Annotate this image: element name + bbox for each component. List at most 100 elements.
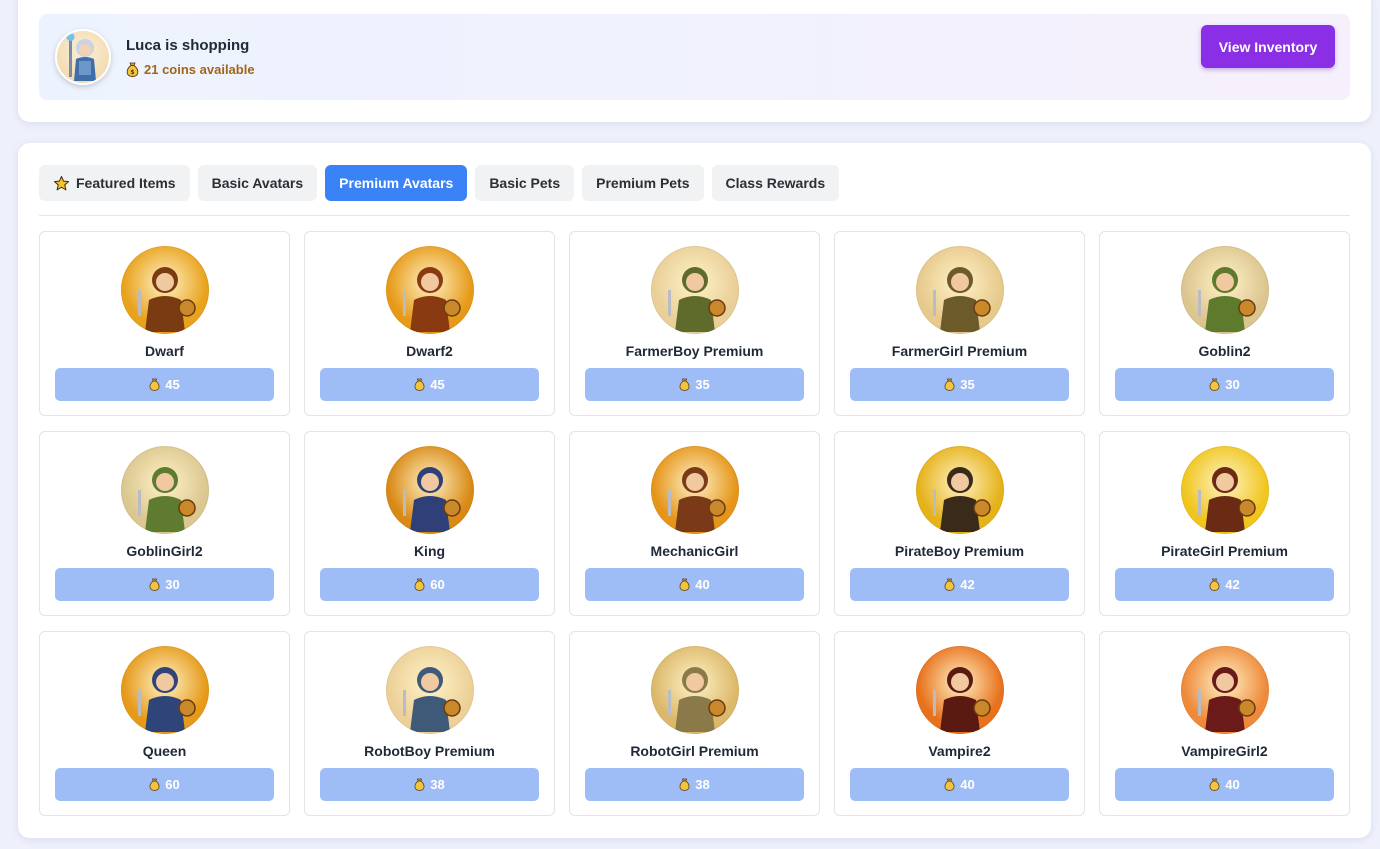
item-name: RobotBoy Premium [364, 743, 495, 759]
item-avatar-image [916, 446, 1004, 534]
coin-bag-icon [149, 578, 160, 591]
coin-bag-icon [1209, 778, 1220, 791]
coin-bag-icon [679, 778, 690, 791]
buy-price-button[interactable]: 60 [320, 568, 539, 601]
tab-premium-pets[interactable]: Premium Pets [582, 165, 704, 201]
item-avatar-image [916, 246, 1004, 334]
item-avatar-image [1181, 246, 1269, 334]
item-grid: Dwarf 45 Dwarf2 45 FarmerBoy Premium 35 Farmer… [39, 231, 1350, 816]
shop-item[interactable]: VampireGirl2 40 [1099, 631, 1350, 816]
coin-bag-icon [944, 378, 955, 391]
tab-label: Class Rewards [725, 175, 826, 191]
shop-item[interactable]: King 60 [304, 431, 555, 616]
item-name: Dwarf [145, 343, 184, 359]
item-price: 45 [430, 377, 445, 392]
coin-bag-icon [944, 778, 955, 791]
shop-item[interactable]: Dwarf 45 [39, 231, 290, 416]
item-name: Dwarf2 [406, 343, 453, 359]
item-avatar-image [121, 446, 209, 534]
tab-label: Basic Avatars [211, 175, 304, 191]
buy-price-button[interactable]: 38 [320, 768, 539, 801]
buy-price-button[interactable]: 30 [55, 568, 274, 601]
shop-item[interactable]: GoblinGirl2 30 [39, 431, 290, 616]
item-price: 40 [695, 577, 710, 592]
coin-balance: $ 21 coins available [126, 62, 255, 77]
item-name: Goblin2 [1198, 343, 1251, 359]
item-avatar-image [121, 646, 209, 734]
coin-bag-icon [1209, 378, 1220, 391]
shop-item[interactable]: RobotBoy Premium 38 [304, 631, 555, 816]
buy-price-button[interactable]: 42 [850, 568, 1069, 601]
coin-bag-icon [944, 578, 955, 591]
buy-price-button[interactable]: 60 [55, 768, 274, 801]
item-avatar-image [916, 646, 1004, 734]
shopper-name: Luca is shopping [126, 37, 250, 54]
shopper-card: Luca is shopping $ 21 coins available Vi… [18, 0, 1371, 122]
tab-featured-items[interactable]: Featured Items [39, 165, 190, 201]
shop-item[interactable]: Goblin2 30 [1099, 231, 1350, 416]
coin-bag-icon [414, 578, 425, 591]
buy-price-button[interactable]: 45 [55, 368, 274, 401]
tab-label: Premium Avatars [339, 175, 454, 191]
item-name: King [413, 543, 446, 559]
svg-text:$: $ [130, 69, 134, 76]
tab-premium-avatars[interactable]: Premium Avatars [325, 165, 468, 201]
buy-price-button[interactable]: 45 [320, 368, 539, 401]
shop-item[interactable]: Queen 60 [39, 631, 290, 816]
shop-card: Featured Items Basic Avatars Premium Avata… [18, 143, 1371, 838]
tab-label: Basic Pets [489, 175, 561, 191]
shop-item[interactable]: PirateGirl Premium 42 [1099, 431, 1350, 616]
item-name: FarmerGirl Premium [891, 343, 1028, 359]
tab-basic-avatars[interactable]: Basic Avatars [197, 165, 318, 201]
shop-item[interactable]: FarmerBoy Premium 35 [569, 231, 820, 416]
shop-item[interactable]: PirateBoy Premium 42 [834, 431, 1085, 616]
item-price: 60 [430, 577, 445, 592]
item-avatar-image [386, 446, 474, 534]
item-price: 30 [165, 577, 180, 592]
shop-item[interactable]: RobotGirl Premium 38 [569, 631, 820, 816]
tabs-divider [39, 215, 1350, 216]
item-name: FarmerBoy Premium [625, 343, 764, 359]
shop-item[interactable]: Vampire2 40 [834, 631, 1085, 816]
tab-class-rewards[interactable]: Class Rewards [711, 165, 840, 201]
buy-price-button[interactable]: 40 [1115, 768, 1334, 801]
item-avatar-image [1181, 646, 1269, 734]
buy-price-button[interactable]: 40 [850, 768, 1069, 801]
view-inventory-button[interactable]: View Inventory [1201, 25, 1335, 68]
item-price: 38 [430, 777, 445, 792]
item-name: RobotGirl Premium [630, 743, 759, 759]
item-price: 40 [1225, 777, 1240, 792]
item-price: 60 [165, 777, 180, 792]
buy-price-button[interactable]: 35 [850, 368, 1069, 401]
item-price: 30 [1225, 377, 1240, 392]
item-price: 45 [165, 377, 180, 392]
item-price: 35 [960, 377, 975, 392]
coin-balance-text: 21 coins available [144, 62, 255, 77]
item-name: Queen [142, 743, 187, 759]
item-name: Vampire2 [928, 743, 991, 759]
item-avatar-image [1181, 446, 1269, 534]
star-icon [53, 175, 70, 192]
buy-price-button[interactable]: 35 [585, 368, 804, 401]
coin-bag-icon [1209, 578, 1220, 591]
coin-bag-icon [414, 378, 425, 391]
tab-label: Featured Items [76, 175, 176, 191]
buy-price-button[interactable]: 42 [1115, 568, 1334, 601]
coin-bag-icon [414, 778, 425, 791]
item-price: 35 [695, 377, 710, 392]
item-avatar-image [651, 446, 739, 534]
buy-price-button[interactable]: 38 [585, 768, 804, 801]
shopper-avatar [55, 29, 111, 85]
item-name: MechanicGirl [650, 543, 739, 559]
shop-item[interactable]: Dwarf2 45 [304, 231, 555, 416]
shop-item[interactable]: FarmerGirl Premium 35 [834, 231, 1085, 416]
item-name: VampireGirl2 [1181, 743, 1268, 759]
item-avatar-image [651, 246, 739, 334]
coin-bag-icon: $ [126, 62, 139, 77]
coin-bag-icon [149, 778, 160, 791]
tab-basic-pets[interactable]: Basic Pets [475, 165, 575, 201]
shop-item[interactable]: MechanicGirl 40 [569, 431, 820, 616]
buy-price-button[interactable]: 40 [585, 568, 804, 601]
buy-price-button[interactable]: 30 [1115, 368, 1334, 401]
item-price: 38 [695, 777, 710, 792]
